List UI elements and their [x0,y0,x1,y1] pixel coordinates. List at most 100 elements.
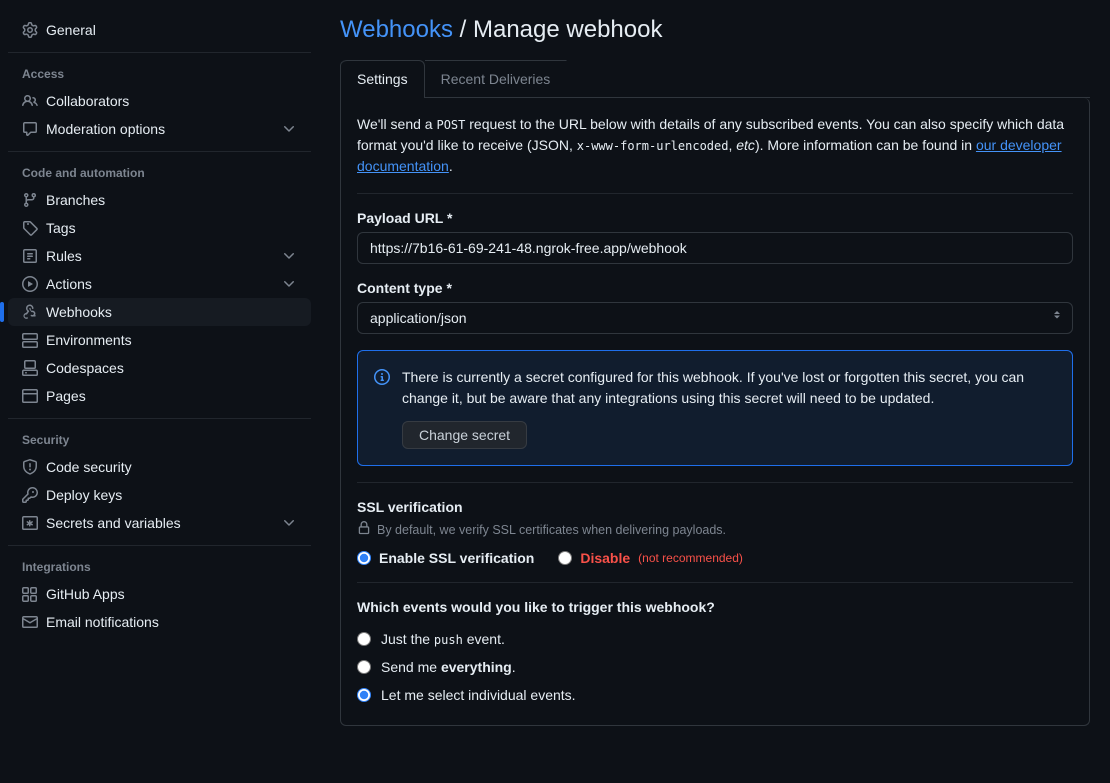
breadcrumb-current: Manage webhook [473,16,662,43]
sidebar-item-email-notifications[interactable]: Email notifications [8,608,311,636]
sidebar-item-label: Branches [46,192,297,208]
ssl-section: SSL verification By default, we verify S… [357,499,1073,566]
tab-recent-deliveries[interactable]: Recent Deliveries [425,60,568,97]
sidebar-group-access: Access Collaborators Moderation options [8,53,311,152]
ssl-disable-radio[interactable] [558,551,572,565]
sidebar-item-label: Secrets and variables [46,515,273,531]
sidebar-item-deploy-keys[interactable]: Deploy keys [8,481,311,509]
content-type-select[interactable]: application/json [357,302,1073,334]
tag-icon [22,220,38,236]
sidebar-item-label: Email notifications [46,614,297,630]
apps-icon [22,586,38,602]
sidebar-heading-code: Code and automation [8,160,311,186]
ssl-enable-option[interactable]: Enable SSL verification [357,550,534,566]
sidebar-group-integrations: Integrations GitHub Apps Email notificat… [8,546,311,644]
comment-icon [22,121,38,137]
sidebar-item-moderation[interactable]: Moderation options [8,115,311,143]
browser-icon [22,388,38,404]
code-post: POST [436,118,465,132]
settings-sidebar: General Access Collaborators Moderation … [0,0,320,783]
sidebar-heading-security: Security [8,427,311,453]
code-form-encoded: x-www-form-urlencoded [577,139,729,153]
sidebar-item-webhooks[interactable]: Webhooks [8,298,311,326]
sidebar-heading-access: Access [8,61,311,87]
sidebar-item-pages[interactable]: Pages [8,382,311,410]
sidebar-item-label: Collaborators [46,93,297,109]
rules-icon [22,248,38,264]
sidebar-heading-integrations: Integrations [8,554,311,580]
chevron-down-icon [281,515,297,531]
settings-panel: We'll send a POST request to the URL bel… [340,98,1090,726]
tab-settings[interactable]: Settings [341,60,425,98]
divider [357,582,1073,583]
events-section: Which events would you like to trigger t… [357,599,1073,709]
sidebar-item-actions[interactable]: Actions [8,270,311,298]
change-secret-button[interactable]: Change secret [402,421,527,449]
sidebar-group-security: Security Code security Deploy keys Secre… [8,419,311,546]
sidebar-item-label: Actions [46,276,273,292]
sidebar-item-tags[interactable]: Tags [8,214,311,242]
ssl-hint: By default, we verify SSL certificates w… [357,521,1073,538]
sidebar-item-label: Webhooks [46,304,297,320]
tabs: Settings Recent Deliveries [340,60,1090,98]
payload-url-input[interactable] [357,232,1073,264]
info-icon [374,369,390,388]
event-individual-radio[interactable] [357,688,371,702]
sidebar-item-code-security[interactable]: Code security [8,453,311,481]
ssl-title: SSL verification [357,499,1073,515]
sidebar-item-label: General [46,22,297,38]
sidebar-item-label: Environments [46,332,297,348]
lock-icon [357,521,371,538]
payload-url-group: Payload URL * [357,210,1073,264]
event-everything-radio[interactable] [357,660,371,674]
secret-info-text: There is currently a secret configured f… [402,367,1056,409]
sidebar-item-label: Pages [46,388,297,404]
content-type-label: Content type * [357,280,1073,296]
webhook-icon [22,304,38,320]
sidebar-group-top: General [8,8,311,53]
events-title: Which events would you like to trigger t… [357,599,1073,615]
sidebar-item-label: Moderation options [46,121,273,137]
ssl-enable-radio[interactable] [357,551,371,565]
chevron-down-icon [281,276,297,292]
sidebar-item-label: Tags [46,220,297,236]
breadcrumb-separator: / [460,16,467,43]
event-just-push-option[interactable]: Just the push event. [357,625,1073,653]
sidebar-item-environments[interactable]: Environments [8,326,311,354]
people-icon [22,93,38,109]
sidebar-item-general[interactable]: General [8,16,311,44]
breadcrumb: Webhooks / Manage webhook [340,16,1090,44]
breadcrumb-root-link[interactable]: Webhooks [340,16,453,43]
sidebar-item-label: Codespaces [46,360,297,376]
event-individual-option[interactable]: Let me select individual events. [357,681,1073,709]
sidebar-item-label: GitHub Apps [46,586,297,602]
sidebar-group-code: Code and automation Branches Tags Rules … [8,152,311,419]
content-type-group: Content type * application/json [357,280,1073,334]
intro-text: We'll send a POST request to the URL bel… [357,114,1073,194]
key-icon [22,487,38,503]
secret-info-box: There is currently a secret configured f… [357,350,1073,466]
sidebar-item-collaborators[interactable]: Collaborators [8,87,311,115]
server-icon [22,332,38,348]
event-just-push-radio[interactable] [357,632,371,646]
ssl-disable-option[interactable]: Disable (not recommended) [558,550,743,566]
payload-url-label: Payload URL * [357,210,1073,226]
asterisk-icon [22,515,38,531]
sidebar-item-secrets[interactable]: Secrets and variables [8,509,311,537]
branch-icon [22,192,38,208]
sidebar-item-branches[interactable]: Branches [8,186,311,214]
sidebar-item-label: Rules [46,248,273,264]
divider [357,482,1073,483]
chevron-down-icon [281,121,297,137]
codespaces-icon [22,360,38,376]
sidebar-item-rules[interactable]: Rules [8,242,311,270]
main-content: Webhooks / Manage webhook Settings Recen… [320,0,1110,783]
sidebar-item-label: Code security [46,459,297,475]
gear-icon [22,22,38,38]
sidebar-item-github-apps[interactable]: GitHub Apps [8,580,311,608]
sidebar-item-codespaces[interactable]: Codespaces [8,354,311,382]
play-icon [22,276,38,292]
event-everything-option[interactable]: Send me everything. [357,653,1073,681]
sidebar-item-label: Deploy keys [46,487,297,503]
shield-icon [22,459,38,475]
